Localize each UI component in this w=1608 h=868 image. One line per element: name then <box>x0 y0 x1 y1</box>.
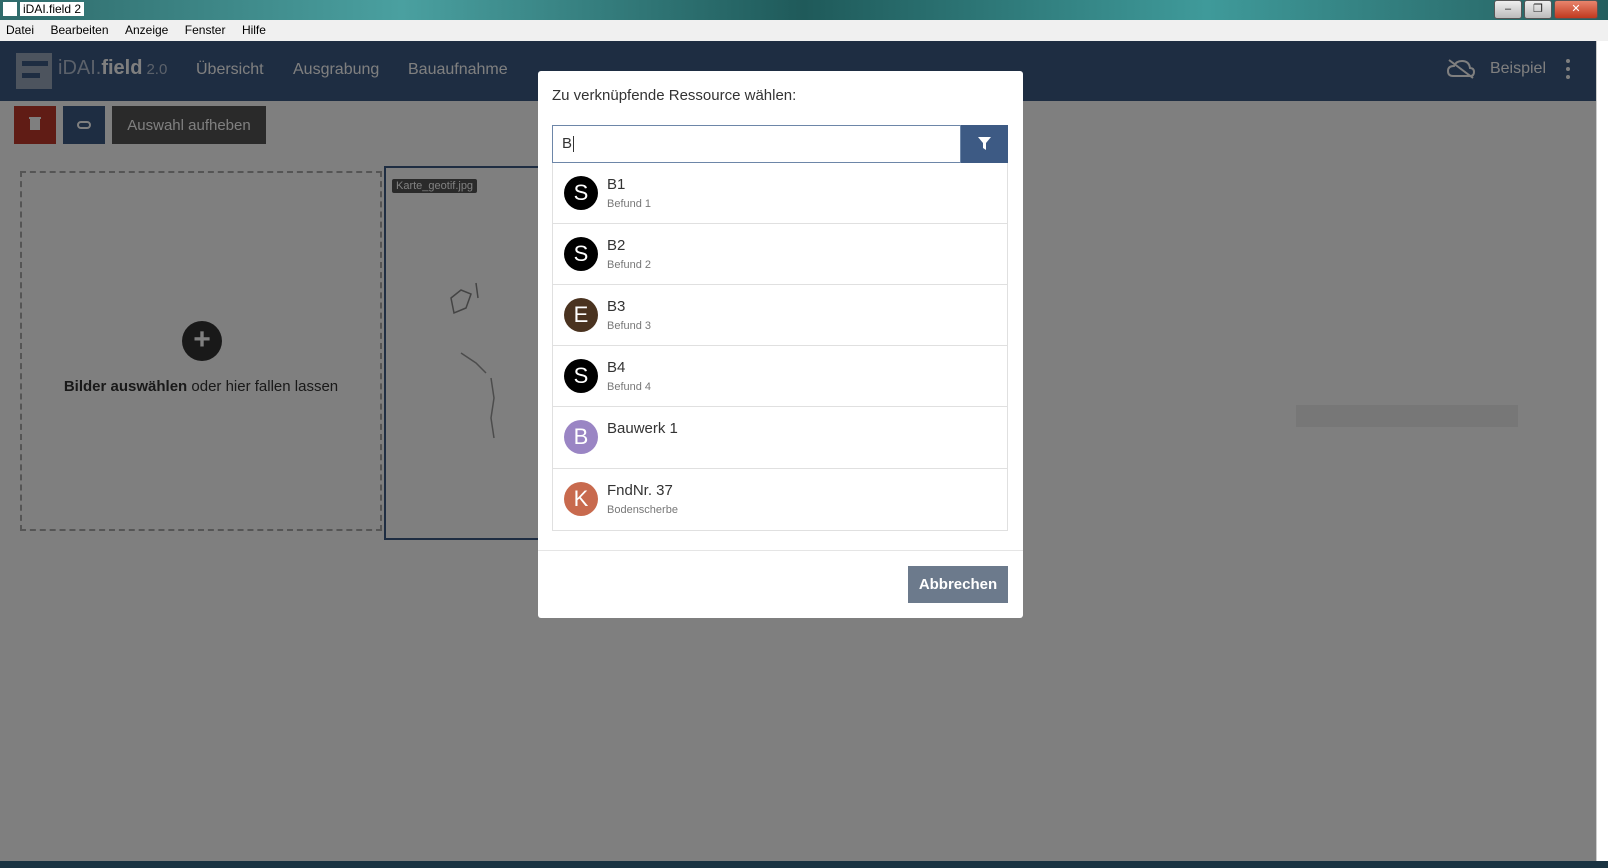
dialog-title: Zu verknüpfende Ressource wählen: <box>552 87 797 104</box>
filter-button[interactable] <box>961 125 1008 163</box>
os-taskbar <box>0 861 1608 868</box>
resource-item[interactable]: K FndNr. 37 Bodenscherbe <box>552 469 1008 531</box>
category-avatar-icon: K <box>564 482 598 516</box>
resource-identifier: B2 <box>607 237 626 254</box>
resource-item[interactable]: S B2 Befund 2 <box>552 224 1008 285</box>
resource-list: S B1 Befund 1 S B2 Befund 2 E B3 Befund 3 S B4 Befu… <box>552 163 1008 531</box>
menu-datei[interactable]: Datei <box>0 20 40 37</box>
search-input[interactable]: B <box>552 125 961 163</box>
text-caret <box>573 136 575 153</box>
menu-bearbeiten[interactable]: Bearbeiten <box>44 20 114 37</box>
resource-item[interactable]: B Bauwerk 1 <box>552 407 1008 469</box>
resource-item[interactable]: S B1 Befund 1 <box>552 163 1008 224</box>
category-avatar-icon: E <box>564 298 598 332</box>
resource-shortdescription: Befund 1 <box>607 198 652 210</box>
resource-identifier: Bauwerk 1 <box>607 420 678 437</box>
category-avatar-icon: B <box>564 420 598 454</box>
resource-identifier: B3 <box>607 298 626 315</box>
filter-icon <box>978 137 991 150</box>
resource-item[interactable]: E B3 Befund 3 <box>552 285 1008 346</box>
resource-shortdescription: Bodenscherbe <box>607 504 678 516</box>
resource-item[interactable]: S B4 Befund 4 <box>552 346 1008 407</box>
app-area: iDAI.field2.0 Übersicht Ausgrabung Bauau… <box>0 41 1596 861</box>
resource-identifier: B1 <box>607 176 626 193</box>
category-avatar-icon: S <box>564 359 598 393</box>
window-titlebar: iDAI.field 2 – ❐ ✕ <box>0 0 1608 20</box>
window-scrollbar[interactable] <box>1596 41 1608 868</box>
resource-identifier: B4 <box>607 359 626 376</box>
menu-bar: Datei Bearbeiten Anzeige Fenster Hilfe <box>0 20 1608 42</box>
search-value: B <box>562 135 573 152</box>
menu-anzeige[interactable]: Anzeige <box>119 20 174 37</box>
minimize-icon[interactable]: – <box>1494 0 1522 19</box>
resource-identifier: FndNr. 37 <box>607 482 673 499</box>
menu-hilfe[interactable]: Hilfe <box>236 20 272 37</box>
category-avatar-icon: S <box>564 176 598 210</box>
maximize-icon[interactable]: ❐ <box>1524 0 1552 19</box>
link-resource-dialog: Zu verknüpfende Ressource wählen: B S B1 B… <box>538 71 1023 618</box>
category-avatar-icon: S <box>564 237 598 271</box>
cancel-button[interactable]: Abbrechen <box>908 566 1008 603</box>
resource-shortdescription: Befund 3 <box>607 320 652 332</box>
window-controls: – ❐ ✕ <box>1492 0 1598 19</box>
resource-shortdescription: Befund 2 <box>607 259 652 271</box>
app-icon <box>3 2 17 16</box>
close-icon[interactable]: ✕ <box>1554 0 1598 19</box>
window-title: iDAI.field 2 <box>20 2 85 16</box>
footer-divider <box>538 550 1023 551</box>
resource-shortdescription: Befund 4 <box>607 381 652 393</box>
menu-fenster[interactable]: Fenster <box>179 20 232 37</box>
